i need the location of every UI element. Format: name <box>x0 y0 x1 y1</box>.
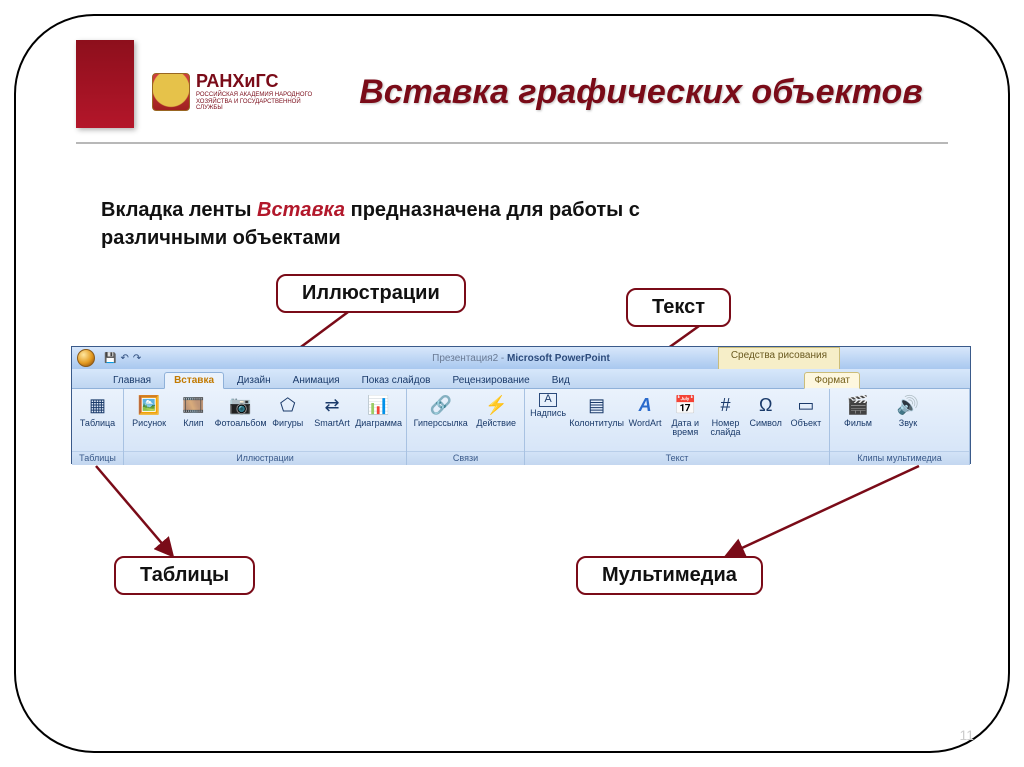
group-tables-label: Таблицы <box>72 451 123 465</box>
btn-object[interactable]: ▭Объект <box>787 393 825 428</box>
page-number: 11 <box>959 727 974 743</box>
btn-table-label: Таблица <box>80 419 115 428</box>
textbox-icon: A <box>539 393 557 407</box>
btn-picture[interactable]: 🖼️Рисунок <box>128 393 170 428</box>
btn-album[interactable]: 📷Фотоальбом <box>217 393 265 428</box>
logo-text: РАНХиГС <box>196 72 316 90</box>
doc-name: Презентация2 <box>432 353 498 364</box>
group-tables: ▦ Таблица Таблицы <box>72 389 124 465</box>
group-links: 🔗Гиперссылка ⚡Действие Связи <box>407 389 525 465</box>
group-media: 🎬Фильм 🔊Звук Клипы мультимедиа <box>830 389 970 465</box>
movie-icon: 🎬 <box>846 393 870 417</box>
symbol-icon: Ω <box>754 393 778 417</box>
slidenum-icon: # <box>713 393 737 417</box>
arrow-tables-icon <box>86 466 186 556</box>
tab-view[interactable]: Вид <box>543 373 579 388</box>
slide-header: РАНХиГС РОССИЙСКАЯ АКАДЕМИЯ НАРОДНОГО ХО… <box>76 56 948 144</box>
logo-block: РАНХиГС РОССИЙСКАЯ АКАДЕМИЯ НАРОДНОГО ХО… <box>152 72 316 112</box>
group-links-label: Связи <box>407 451 524 465</box>
btn-headerfooter[interactable]: ▤Колонтитулы <box>569 393 624 428</box>
btn-movie[interactable]: 🎬Фильм <box>834 393 882 428</box>
btn-textbox[interactable]: AНадпись <box>529 393 567 418</box>
btn-table[interactable]: ▦ Таблица <box>76 393 119 428</box>
tab-review[interactable]: Рецензирование <box>443 373 538 388</box>
tab-insert[interactable]: Вставка <box>164 372 224 389</box>
group-text: AНадпись ▤Колонтитулы AWordArt 📅Дата и в… <box>525 389 830 465</box>
group-media-label: Клипы мультимедиа <box>830 451 969 465</box>
tab-slideshow[interactable]: Показ слайдов <box>353 373 440 388</box>
btn-symbol[interactable]: ΩСимвол <box>747 393 785 428</box>
arrow-media-icon <box>724 466 924 558</box>
btn-wordart[interactable]: AWordArt <box>626 393 664 428</box>
ribbon-groups: ▦ Таблица Таблицы 🖼️Рисунок 🎞️Клип 📷Фото… <box>72 389 970 465</box>
clip-icon: 🎞️ <box>181 393 205 417</box>
chart-icon: 📊 <box>367 393 391 417</box>
datetime-icon: 📅 <box>673 393 697 417</box>
btn-slidenum[interactable]: #Номер слайда <box>706 393 744 438</box>
context-tab-title: Средства рисования <box>718 347 840 369</box>
callout-text: Текст <box>626 288 731 327</box>
tab-home[interactable]: Главная <box>104 373 160 388</box>
table-icon: ▦ <box>86 393 110 417</box>
callout-media: Мультимедиа <box>576 556 763 595</box>
emblem-icon <box>152 73 190 111</box>
save-icon[interactable]: 💾 <box>104 353 116 364</box>
btn-clip[interactable]: 🎞️Клип <box>172 393 214 428</box>
window-title: Презентация2 - Microsoft PowerPoint <box>432 353 610 364</box>
btn-sound[interactable]: 🔊Звук <box>884 393 932 428</box>
slide-frame: РАНХиГС РОССИЙСКАЯ АКАДЕМИЯ НАРОДНОГО ХО… <box>14 14 1010 753</box>
smartart-icon: ⇄ <box>320 393 344 417</box>
hyperlink-icon: 🔗 <box>429 393 453 417</box>
object-icon: ▭ <box>794 393 818 417</box>
logo-subtitle: РОССИЙСКАЯ АКАДЕМИЯ НАРОДНОГО ХОЗЯЙСТВА … <box>196 92 316 112</box>
group-illus-label: Иллюстрации <box>124 451 406 465</box>
wordart-icon: A <box>633 393 657 417</box>
headerfooter-icon: ▤ <box>585 393 609 417</box>
btn-smartart[interactable]: ⇄SmartArt <box>311 393 353 428</box>
tab-format[interactable]: Формат <box>804 372 860 389</box>
undo-icon[interactable]: ↶ <box>120 353 128 364</box>
action-icon: ⚡ <box>484 393 508 417</box>
btn-action[interactable]: ⚡Действие <box>472 393 520 428</box>
btn-hyperlink[interactable]: 🔗Гиперссылка <box>411 393 470 428</box>
btn-shapes[interactable]: ⬠Фигуры <box>267 393 309 428</box>
btn-chart[interactable]: 📊Диаграмма <box>355 393 402 428</box>
ribbon-tabs: Главная Вставка Дизайн Анимация Показ сл… <box>72 369 970 389</box>
office-orb-icon <box>77 349 95 367</box>
redo-icon[interactable]: ↷ <box>133 353 141 364</box>
group-text-label: Текст <box>525 451 829 465</box>
bookmark-decoration <box>76 40 134 128</box>
app-name: Microsoft PowerPoint <box>507 353 610 364</box>
btn-datetime[interactable]: 📅Дата и время <box>666 393 704 438</box>
callout-illustrations: Иллюстрации <box>276 274 466 313</box>
quick-access-toolbar[interactable]: 💾 ↶ ↷ <box>104 353 141 364</box>
desc-pre: Вкладка ленты <box>101 199 257 221</box>
description-text: Вкладка ленты Вставка предназначена для … <box>101 196 741 252</box>
slide-title: Вставка графических объектов <box>334 73 948 112</box>
sound-icon: 🔊 <box>896 393 920 417</box>
shapes-icon: ⬠ <box>276 393 300 417</box>
album-icon: 📷 <box>229 393 253 417</box>
desc-emphasis: Вставка <box>257 199 345 221</box>
window-title-bar: 💾 ↶ ↷ Презентация2 - Microsoft PowerPoin… <box>72 347 970 369</box>
group-illustrations: 🖼️Рисунок 🎞️Клип 📷Фотоальбом ⬠Фигуры ⇄Sm… <box>124 389 407 465</box>
tab-design[interactable]: Дизайн <box>228 373 280 388</box>
callout-tables: Таблицы <box>114 556 255 595</box>
powerpoint-ribbon-screenshot: 💾 ↶ ↷ Презентация2 - Microsoft PowerPoin… <box>71 346 971 464</box>
tab-animation[interactable]: Анимация <box>284 373 349 388</box>
office-button[interactable] <box>72 347 100 369</box>
picture-icon: 🖼️ <box>137 393 161 417</box>
